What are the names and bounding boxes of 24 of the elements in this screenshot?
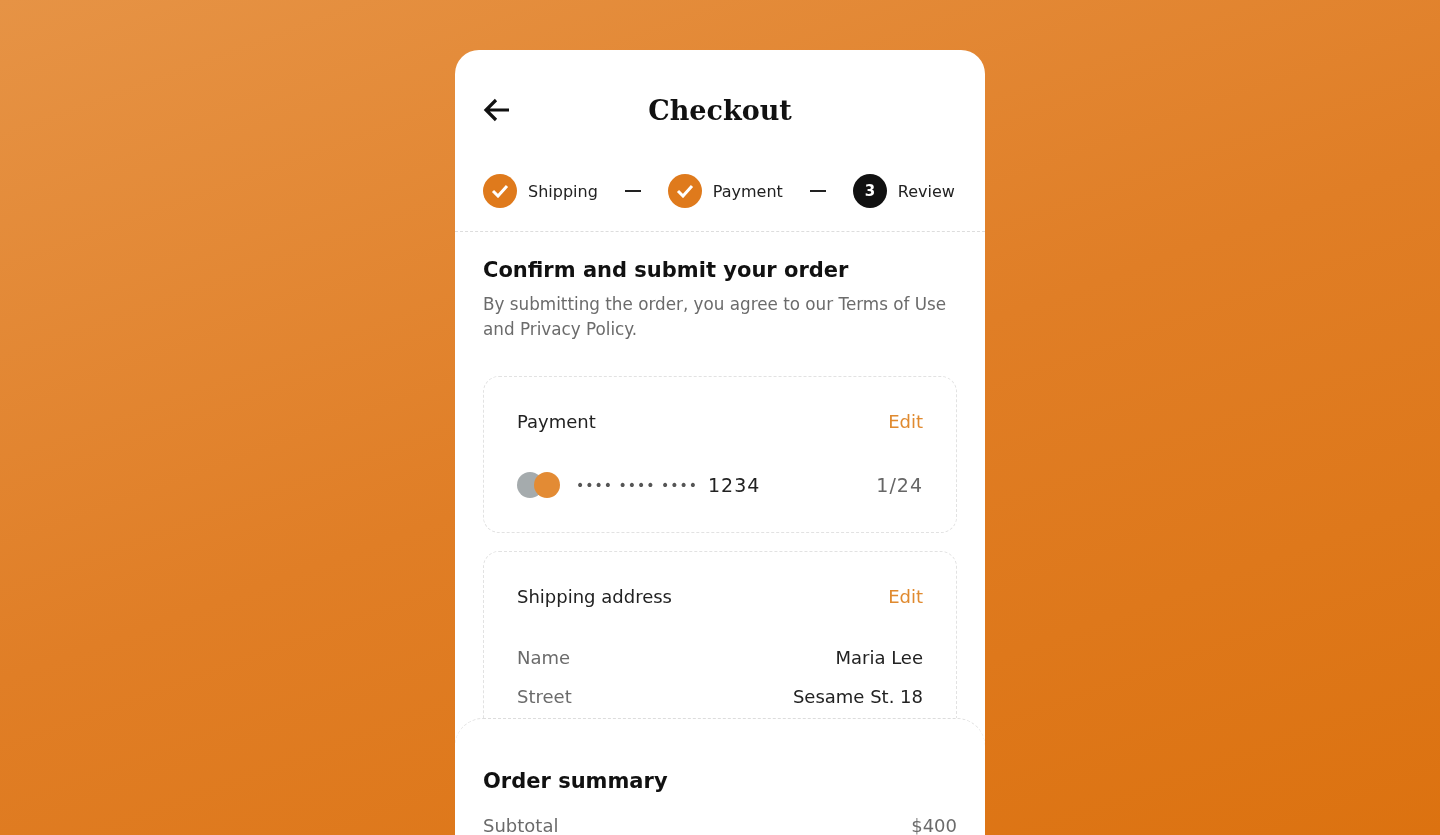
card-last-digits: 1234 [708,474,761,496]
terms-text: By submitting the order, you agree to our Terms of Use and Privacy Policy. [483,293,948,341]
step-number: 3 [852,174,887,208]
field-label: Street [517,686,572,707]
back-arrow-icon [483,97,511,123]
card-brand-icon [517,472,560,498]
back-button[interactable] [483,97,511,123]
edit-link[interactable]: Edit [888,586,923,607]
step-label: Payment [712,181,783,201]
page-title: Checkout [648,94,792,126]
masked-card-number: •••• •••• •••• [576,477,698,493]
summary-label: Subtotal [483,815,559,835]
edit-link[interactable]: Edit [888,411,923,432]
field-label: Name [517,647,571,668]
step-label: Review [897,181,955,201]
summary-title: Order summary [483,769,669,793]
card-expiry: 1/24 [876,474,923,496]
section-heading: Confirm and submit your order [483,258,850,282]
summary-value: $400 [911,815,957,835]
step-label: Shipping [528,181,598,201]
card-title: Payment [517,411,596,432]
field-value: Sesame St. 18 [792,686,923,707]
card-title: Shipping address [517,586,672,607]
field-value: Maria Lee [835,647,923,668]
